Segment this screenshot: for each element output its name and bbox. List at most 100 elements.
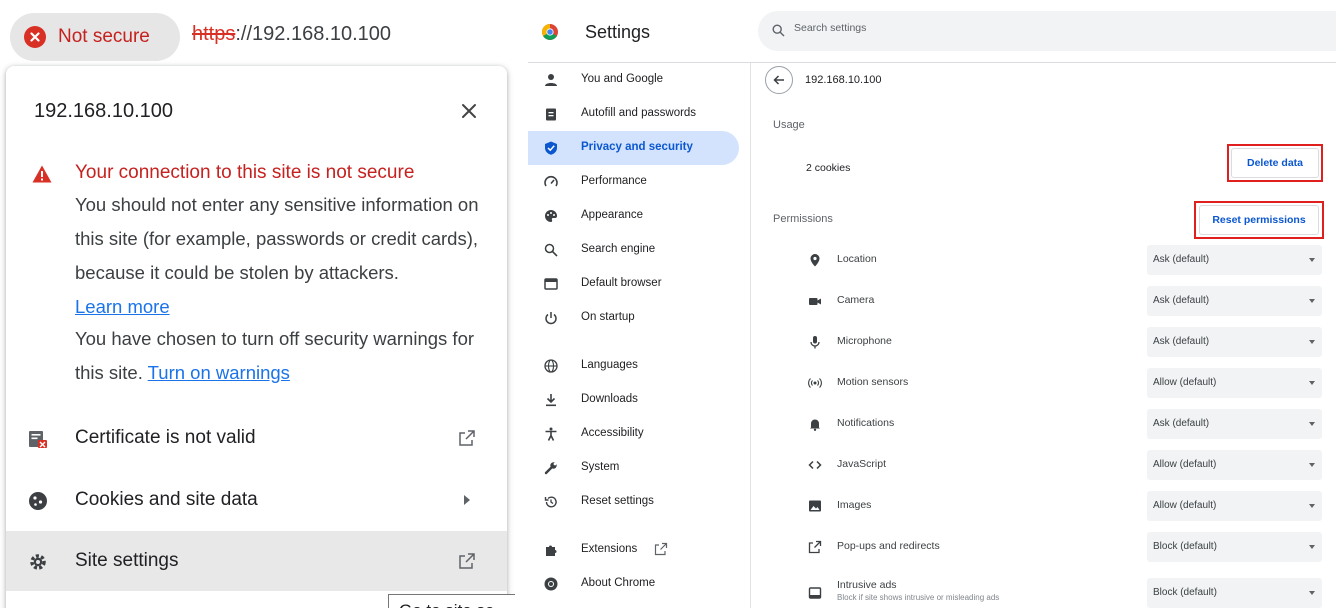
sidebar-item-performance[interactable]: Performance <box>528 165 739 199</box>
sidebar-item-extensions[interactable]: Extensions <box>528 533 739 567</box>
certificate-row-label: Certificate is not valid <box>75 427 256 448</box>
site-settings-row-label: Site settings <box>75 550 179 571</box>
certificate-error-icon <box>28 429 48 449</box>
camera-icon <box>808 294 822 308</box>
permission-label: Intrusive ads <box>837 579 897 591</box>
permission-row-microphone: Microphone Ask (default) <box>751 322 1336 362</box>
permission-label: Motion sensors <box>837 376 909 388</box>
settings-title: Settings <box>585 22 651 42</box>
chevron-down-icon <box>1309 299 1315 303</box>
history-icon <box>544 495 558 509</box>
permission-label: Camera <box>837 294 875 306</box>
sidebar-item-autofill[interactable]: Autofill and passwords <box>528 97 739 131</box>
permission-value: Ask (default) <box>1153 418 1210 429</box>
permission-sublabel: Block if site shows intrusive or mislead… <box>837 593 1000 602</box>
sidebar-item-downloads[interactable]: Downloads <box>528 383 739 417</box>
turn-on-warnings-link[interactable]: Turn on warnings <box>148 362 290 383</box>
learn-more-link[interactable]: Learn more <box>75 296 170 317</box>
code-icon <box>808 458 822 472</box>
page-info-panel: Not secure https://192.168.10.100 192.16… <box>0 0 515 608</box>
highlight-box <box>1194 201 1324 239</box>
clipboard-icon <box>544 107 558 121</box>
sidebar-item-label: Reset settings <box>581 495 654 507</box>
power-icon <box>544 311 558 325</box>
permission-select[interactable]: Block (default) <box>1147 578 1322 608</box>
gear-icon <box>28 552 48 572</box>
sidebar-item-label: Accessibility <box>581 427 644 439</box>
sidebar-item-reset-settings[interactable]: Reset settings <box>528 485 739 519</box>
chevron-down-icon <box>1309 381 1315 385</box>
address-url[interactable]: https://192.168.10.100 <box>192 23 391 46</box>
download-icon <box>544 393 558 407</box>
permission-row-camera: Camera Ask (default) <box>751 281 1336 321</box>
sidebar-item-on-startup[interactable]: On startup <box>528 301 739 335</box>
search-input[interactable] <box>794 22 1094 34</box>
chevron-down-icon <box>1309 545 1315 549</box>
chevron-down-icon <box>1309 504 1315 508</box>
warning-title: Your connection to this site is not secu… <box>75 162 415 183</box>
chevron-down-icon <box>1309 340 1315 344</box>
permission-value: Ask (default) <box>1153 336 1210 347</box>
site-settings-content: 192.168.10.100 Usage 2 cookies Delete da… <box>750 63 1336 608</box>
person-icon <box>544 73 558 87</box>
permission-value: Ask (default) <box>1153 254 1210 265</box>
permission-label: Images <box>837 499 872 511</box>
permission-select[interactable]: Block (default) <box>1147 532 1322 562</box>
settings-header: Settings <box>528 0 1336 63</box>
sidebar-item-about-chrome[interactable]: About Chrome <box>528 567 739 601</box>
certificate-row[interactable]: Certificate is not valid <box>6 408 507 468</box>
permission-select[interactable]: Allow (default) <box>1147 368 1322 398</box>
cookies-row-label: Cookies and site data <box>75 489 258 510</box>
sidebar-item-label: System <box>581 461 620 473</box>
sidebar-item-label: You and Google <box>581 73 664 85</box>
cookies-row[interactable]: Cookies and site data <box>6 470 507 530</box>
warning-body: You should not enter any sensitive infor… <box>75 188 487 324</box>
permission-row-images: Images Allow (default) <box>751 486 1336 526</box>
search-bar[interactable] <box>758 11 1336 51</box>
permission-select[interactable]: Ask (default) <box>1147 286 1322 316</box>
sidebar-item-languages[interactable]: Languages <box>528 349 739 383</box>
sidebar-item-label: Privacy and security <box>581 141 693 153</box>
permission-select[interactable]: Ask (default) <box>1147 245 1322 275</box>
accessibility-icon <box>544 427 558 441</box>
sidebar-item-accessibility[interactable]: Accessibility <box>528 417 739 451</box>
sidebar-item-system[interactable]: System <box>528 451 739 485</box>
site-settings-row[interactable]: Site settings <box>6 531 507 591</box>
settings-sidebar: You and Google Autofill and passwords Pr… <box>528 63 750 608</box>
permission-value: Allow (default) <box>1153 377 1217 388</box>
image-icon <box>808 499 822 513</box>
permission-label: Notifications <box>837 417 895 429</box>
sidebar-item-label: Autofill and passwords <box>581 107 697 119</box>
close-icon[interactable] <box>458 100 480 122</box>
permission-label: Pop-ups and redirects <box>837 540 940 552</box>
permission-select[interactable]: Ask (default) <box>1147 327 1322 357</box>
permission-select[interactable]: Allow (default) <box>1147 450 1322 480</box>
tooltip: Go to site se <box>388 594 515 608</box>
permission-row-location: Location Ask (default) <box>751 240 1336 280</box>
sidebar-item-search-engine[interactable]: Search engine <box>528 233 739 267</box>
permission-label: JavaScript <box>837 458 887 470</box>
search-icon <box>772 24 785 37</box>
ads-icon <box>808 586 822 600</box>
sidebar-item-privacy[interactable]: Privacy and security <box>528 131 739 165</box>
location-pin-icon <box>808 253 822 267</box>
sidebar-item-you-and-google[interactable]: You and Google <box>528 63 739 97</box>
url-host: ://192.168.10.100 <box>235 23 392 45</box>
permission-value: Block (default) <box>1153 587 1217 598</box>
security-chip[interactable]: Not secure <box>10 13 180 61</box>
back-button[interactable] <box>765 66 793 94</box>
sidebar-item-label: Default browser <box>581 277 662 289</box>
sidebar-item-label: Appearance <box>581 209 644 221</box>
permission-select[interactable]: Ask (default) <box>1147 409 1322 439</box>
sidebar-item-label: Languages <box>581 359 638 371</box>
settings-window: Settings You and Google Autofill and pas… <box>528 0 1336 608</box>
warnings-off-note: You have chosen to turn off security war… <box>75 322 495 390</box>
external-link-icon <box>808 540 822 554</box>
highlight-box <box>1227 144 1323 182</box>
sidebar-item-default-browser[interactable]: Default browser <box>528 267 739 301</box>
permission-value: Ask (default) <box>1153 295 1210 306</box>
popup-title: 192.168.10.100 <box>34 100 174 122</box>
site-info-popup: 192.168.10.100 Your connection to this s… <box>6 66 507 608</box>
permission-select[interactable]: Allow (default) <box>1147 491 1322 521</box>
sidebar-item-appearance[interactable]: Appearance <box>528 199 739 233</box>
